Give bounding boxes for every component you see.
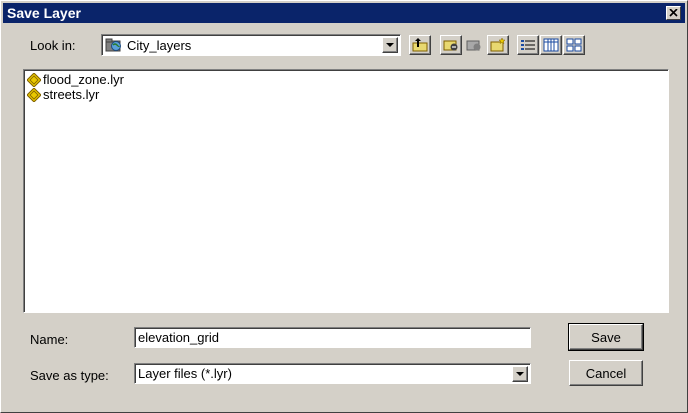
new-folder-icon bbox=[490, 38, 506, 52]
cancel-button-label: Cancel bbox=[585, 365, 627, 381]
folder-globe-icon bbox=[105, 38, 121, 52]
list-item[interactable]: streets.lyr bbox=[27, 87, 665, 102]
save-as-type-dropdown-button[interactable] bbox=[512, 366, 528, 382]
name-field[interactable]: elevation_grid bbox=[134, 327, 531, 348]
close-button[interactable] bbox=[666, 6, 681, 20]
list-item[interactable]: flood_zone.lyr bbox=[27, 72, 665, 87]
list-view-button[interactable] bbox=[517, 35, 539, 55]
look-in-label: Look in: bbox=[30, 38, 76, 53]
up-one-level-icon bbox=[412, 38, 428, 52]
close-icon bbox=[669, 9, 678, 17]
save-layer-dialog: Save Layer Look in: City_layers flood_zo… bbox=[0, 0, 688, 413]
title-bar[interactable]: Save Layer bbox=[3, 3, 685, 23]
save-button[interactable]: Save bbox=[568, 323, 644, 351]
connect-folder-icon bbox=[443, 40, 458, 51]
dialog-title: Save Layer bbox=[7, 5, 81, 21]
up-one-level-button[interactable] bbox=[409, 35, 431, 55]
connect-folder-button[interactable] bbox=[440, 35, 462, 55]
layer-file-icon bbox=[27, 72, 41, 87]
look-in-value: City_layers bbox=[127, 37, 192, 53]
thumbnails-view-button[interactable] bbox=[563, 35, 585, 55]
chevron-down-icon bbox=[386, 42, 394, 47]
details-view-button[interactable] bbox=[540, 35, 562, 55]
layer-file-icon bbox=[27, 87, 41, 102]
save-as-type-label: Save as type: bbox=[30, 368, 109, 383]
save-as-type-dropdown[interactable]: Layer files (*.lyr) bbox=[134, 363, 531, 384]
thumbnails-view-icon bbox=[566, 38, 582, 52]
new-folder-button[interactable] bbox=[487, 35, 509, 55]
details-view-icon bbox=[543, 38, 559, 52]
disconnect-folder-button[interactable] bbox=[463, 35, 485, 55]
file-name: flood_zone.lyr bbox=[43, 72, 124, 87]
name-field-value: elevation_grid bbox=[138, 330, 219, 345]
save-button-label: Save bbox=[591, 329, 621, 345]
look-in-dropdown-button[interactable] bbox=[382, 37, 398, 53]
file-name: streets.lyr bbox=[43, 87, 100, 102]
list-view-icon bbox=[521, 40, 535, 50]
chevron-down-icon bbox=[516, 371, 524, 376]
file-list[interactable]: flood_zone.lyr streets.lyr bbox=[23, 69, 669, 313]
cancel-button[interactable]: Cancel bbox=[569, 360, 643, 386]
look-in-dropdown[interactable]: City_layers bbox=[101, 34, 401, 56]
save-as-type-value: Layer files (*.lyr) bbox=[138, 366, 232, 381]
disconnect-folder-icon bbox=[466, 40, 481, 51]
name-label: Name: bbox=[30, 332, 69, 347]
